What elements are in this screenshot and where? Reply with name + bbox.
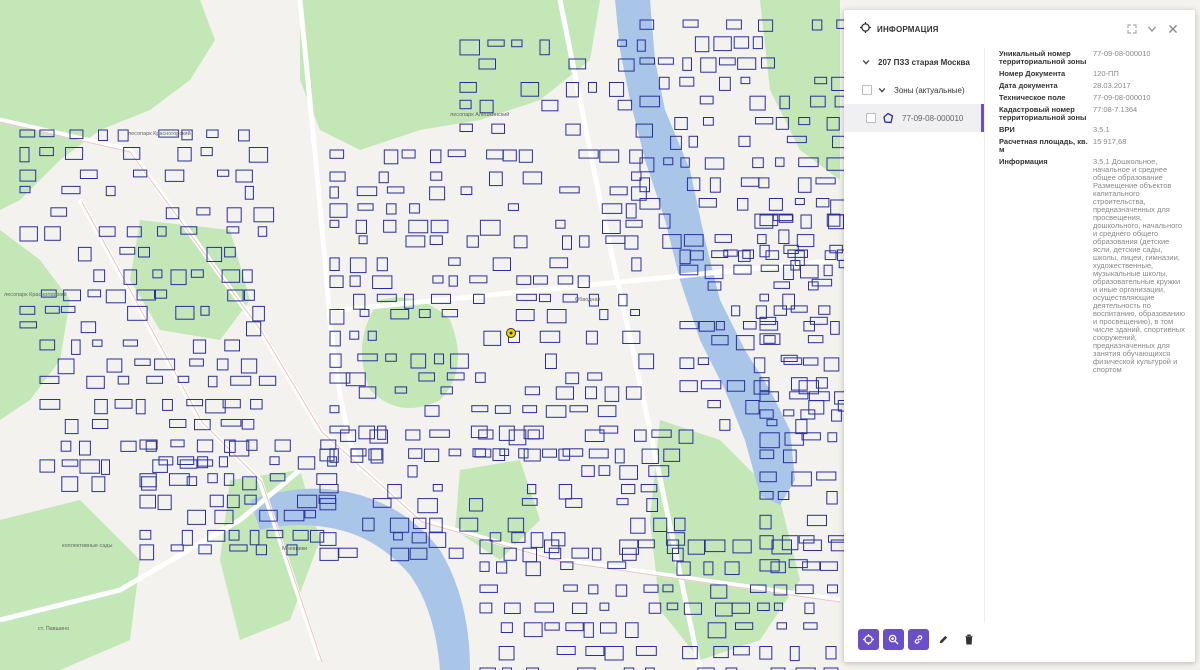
attribute-key: Дата документа [999,81,1058,90]
zoom-to-icon [888,634,899,645]
edit-icon [938,634,949,645]
collapse-chevron-icon[interactable] [1143,20,1161,38]
chevron-down-icon[interactable] [862,58,870,66]
attribute-value: 28.03.2017 [1093,81,1131,90]
attribute-row: Номер Документа 120-ПП [999,70,1189,78]
map-label: Обводная [575,297,601,303]
attribute-value: 77:08-7.1364 [1093,105,1138,114]
panel-title: ИНФОРМАЦИЯ [877,24,939,34]
attribute-row: Расчетная площадь, кв. м 15 917,68 [999,138,1189,154]
selected-feature-marker[interactable] [506,328,516,338]
tree-feature[interactable]: 77-09-08-000010 [844,104,984,132]
tree-layer[interactable]: Зоны (актуальные) [844,76,984,104]
chevron-down-icon[interactable] [878,86,886,94]
attribute-key: Информация [999,157,1048,166]
target-icon [863,634,874,645]
attribute-row: Техническое поле 77-09-08-000010 [999,94,1189,102]
edit-button[interactable] [933,629,954,650]
polygon-icon [882,112,894,124]
attribute-row: Кадастровый номер территориальной зоны 77… [999,106,1189,122]
info-target-icon [860,20,871,38]
layer-checkbox[interactable] [862,85,872,95]
attribute-row: ВРИ 3.5.1 [999,126,1189,134]
attribute-value: 15 917,68 [1093,137,1127,146]
panel-divider [984,48,985,623]
attribute-row: Информация 3.5.1 Дошкольное, начальное и … [999,158,1189,374]
panel-toolbar [858,629,979,650]
map-label: Мневники [282,546,308,552]
attribute-value: 120-ПП [1093,69,1119,78]
delete-button[interactable] [958,629,979,650]
zoom-to-button[interactable] [883,629,904,650]
tree-group-label: 207 ПЗЗ старая Москва [878,57,970,67]
attribute-key: Уникальный номер территориальной зоны [999,49,1087,66]
attribute-key: Расчетная площадь, кв. м [999,137,1088,154]
target-button[interactable] [858,629,879,650]
attribute-key: Номер Документа [999,69,1066,78]
attribute-value: 77-09-08-000010 [1093,49,1151,58]
attribute-key: Кадастровый номер территориальной зоны [999,105,1087,122]
attribute-table: Уникальный номер территориальной зоны 77-… [999,50,1189,378]
attribute-row: Уникальный номер территориальной зоны 77-… [999,50,1189,66]
layer-tree: 207 ПЗЗ старая Москва Зоны (актуальные) … [844,48,984,628]
map-label: лесопарк Алёшкинский [450,112,510,118]
info-panel: ИНФОРМАЦИЯ 207 ПЗЗ старая Москва Зоны (а… [844,10,1195,662]
tree-layer-label: Зоны (актуальные) [894,85,965,95]
attribute-row: Дата документа 28.03.2017 [999,82,1189,90]
link-icon [913,634,924,645]
map-label: лесопарк Красногорский [4,292,67,298]
tree-feature-label: 77-09-08-000010 [902,113,964,123]
attribute-value: 77-09-08-000010 [1093,93,1151,102]
map-label: ст. Павшино [38,626,70,632]
attribute-value: 3.5.1 [1093,125,1110,134]
close-icon[interactable] [1164,20,1182,38]
map-label: коллективные сады [62,543,113,549]
delete-icon [964,634,974,645]
expand-icon[interactable] [1123,20,1141,38]
tree-group[interactable]: 207 ПЗЗ старая Москва [844,48,984,76]
attribute-value: 3.5.1 Дошкольное, начальное и среднее об… [1093,157,1185,374]
map-label: лесопарк Красногорский [128,131,191,137]
attribute-key: Техническое поле [999,93,1066,102]
link-button[interactable] [908,629,929,650]
attribute-key: ВРИ [999,125,1015,134]
feature-checkbox[interactable] [866,113,876,123]
